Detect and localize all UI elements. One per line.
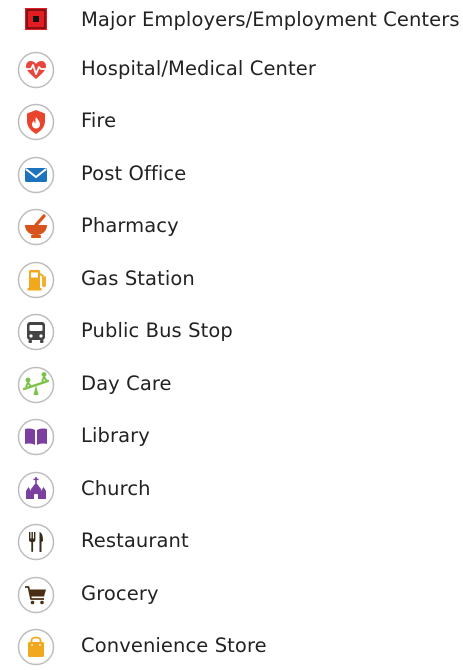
- legend-item-major-employers: Major Employers/Employment Centers: [0, 0, 463, 44]
- fork-knife-icon: [17, 523, 55, 561]
- major-employer-icon: [17, 2, 55, 40]
- legend-item-label: Fire: [81, 109, 117, 132]
- legend-item-grocery: Grocery: [0, 574, 463, 618]
- legend-item-label: Hospital/Medical Center: [81, 57, 316, 80]
- legend-item-post-office: Post Office: [0, 154, 463, 198]
- fire-shield-icon: [17, 103, 55, 141]
- legend-item-label: Library: [81, 424, 150, 447]
- shopping-cart-icon: [17, 576, 55, 614]
- church-icon: [17, 471, 55, 509]
- bus-icon: [17, 313, 55, 351]
- legend-item-label: Grocery: [81, 582, 159, 605]
- legend-item-label: Convenience Store: [81, 634, 267, 657]
- legend-item-library: Library: [0, 416, 463, 460]
- legend-item-bus-stop: Public Bus Stop: [0, 311, 463, 355]
- seesaw-icon: [17, 366, 55, 404]
- legend-item-label: Public Bus Stop: [81, 319, 233, 342]
- envelope-icon: [17, 156, 55, 194]
- legend-item-label: Pharmacy: [81, 214, 179, 237]
- hospital-heartbeat-icon: [17, 51, 55, 89]
- legend-item-restaurant: Restaurant: [0, 521, 463, 565]
- legend-item-fire: Fire: [0, 101, 463, 145]
- legend-item-day-care: Day Care: [0, 364, 463, 408]
- shopping-bag-icon: [17, 628, 55, 666]
- mortar-pestle-icon: [17, 208, 55, 246]
- legend-item-label: Gas Station: [81, 267, 195, 290]
- legend-item-gas-station: Gas Station: [0, 259, 463, 303]
- legend-item-label: Restaurant: [81, 529, 189, 552]
- legend-item-label: Church: [81, 477, 151, 500]
- legend-item-church: Church: [0, 469, 463, 513]
- legend-item-convenience-store: Convenience Store: [0, 626, 463, 670]
- legend-item-hospital: Hospital/Medical Center: [0, 49, 463, 93]
- book-icon: [17, 418, 55, 456]
- legend-item-label: Major Employers/Employment Centers: [81, 8, 460, 31]
- legend-item-label: Post Office: [81, 162, 187, 185]
- map-legend: Major Employers/Employment Centers Hospi…: [0, 0, 463, 666]
- legend-item-label: Day Care: [81, 372, 172, 395]
- gas-pump-icon: [17, 261, 55, 299]
- legend-item-pharmacy: Pharmacy: [0, 206, 463, 250]
